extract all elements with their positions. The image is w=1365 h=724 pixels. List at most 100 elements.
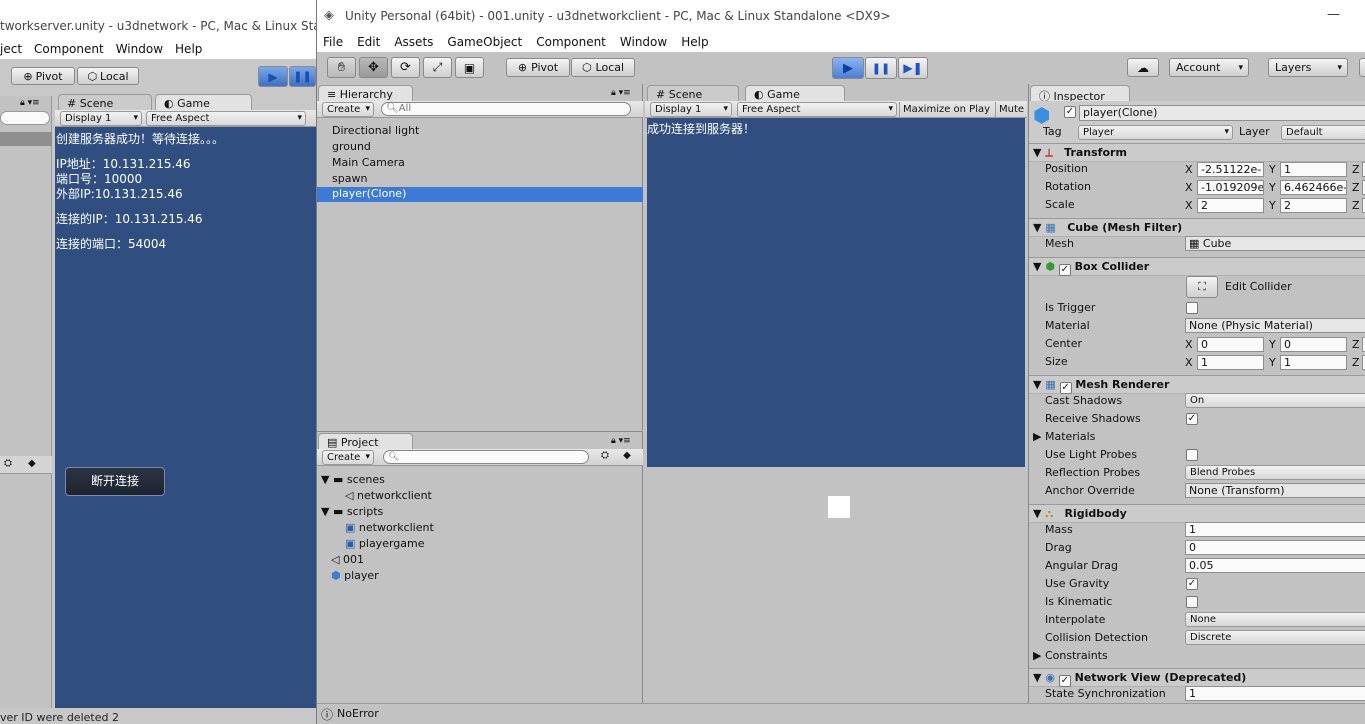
- mass-field[interactable]: 1: [1185, 522, 1365, 537]
- server-menu-item[interactable]: Component: [34, 38, 104, 59]
- server-display-dropdown[interactable]: Display 1: [60, 111, 142, 126]
- size-y-field[interactable]: 1: [1280, 355, 1347, 370]
- size-x-field[interactable]: 1: [1197, 355, 1264, 370]
- project-search-input[interactable]: 🔍︎: [383, 450, 589, 464]
- materials-foldout[interactable]: ▶ Materials: [1033, 430, 1095, 443]
- disconnect-button[interactable]: 断开连接: [65, 467, 165, 496]
- filter-type-button[interactable]: ⛭: [595, 450, 615, 465]
- state-sync-field[interactable]: 1: [1185, 686, 1365, 701]
- object-name-field[interactable]: player(Clone): [1079, 105, 1365, 121]
- project-prefab-player[interactable]: ⬢ player: [331, 569, 379, 582]
- menu-gameobject[interactable]: GameObject: [447, 32, 522, 52]
- rigidbody-header[interactable]: ▼ ⛬ Rigidbody: [1029, 504, 1365, 523]
- center-y-field[interactable]: 0: [1280, 337, 1347, 352]
- project-scene-networkclient[interactable]: ◁ networkclient: [345, 489, 432, 502]
- physic-material-field[interactable]: None (Physic Material): [1185, 318, 1365, 333]
- position-x-field[interactable]: -2.51122e-: [1197, 162, 1264, 177]
- rect-tool-button[interactable]: ▣: [455, 57, 484, 78]
- drag-field[interactable]: 0: [1185, 540, 1365, 555]
- maximize-on-play-toggle[interactable]: Maximize on Play: [899, 102, 993, 117]
- project-scene-001[interactable]: ◁ 001: [331, 553, 364, 566]
- pause-button[interactable]: ❚❚: [865, 57, 897, 79]
- mesh-renderer-header[interactable]: ▼ ▦ ✓ Mesh Renderer: [1029, 375, 1365, 394]
- layer-dropdown[interactable]: Default: [1281, 125, 1365, 140]
- collision-detection-dropdown[interactable]: Discrete: [1185, 630, 1365, 645]
- tag-dropdown[interactable]: Player: [1078, 125, 1233, 140]
- use-gravity-checkbox[interactable]: ✓: [1186, 578, 1198, 590]
- transform-header[interactable]: ▼ ⟂ Transform: [1029, 143, 1365, 162]
- server-hierarchy-search[interactable]: [0, 111, 50, 125]
- menu-window[interactable]: Window: [620, 32, 667, 52]
- angular-drag-field[interactable]: 0.05: [1185, 558, 1365, 573]
- server-local-button[interactable]: ⬡ Local: [77, 67, 139, 85]
- filter-label-button[interactable]: ◆: [617, 450, 637, 465]
- box-collider-header[interactable]: ▼ ⬢ ✓ Box Collider: [1029, 257, 1365, 276]
- constraints-foldout[interactable]: ▶ Constraints: [1033, 649, 1108, 662]
- step-button[interactable]: ▶❚: [898, 57, 928, 79]
- menu-edit[interactable]: Edit: [357, 32, 380, 52]
- rotation-x-field[interactable]: -1.019209e: [1197, 180, 1264, 195]
- rotate-tool-button[interactable]: ⟳: [391, 57, 420, 78]
- lock-icon[interactable]: 🔒︎ ▾≡: [611, 88, 631, 98]
- server-pivot-button[interactable]: ⊕ Pivot: [11, 67, 75, 85]
- hierarchy-search-input[interactable]: 🔍︎All: [381, 102, 631, 116]
- lock-icon[interactable]: 🔒︎ ▾≡: [20, 98, 40, 108]
- server-pause-button[interactable]: ❚❚: [289, 66, 316, 87]
- tag-icon[interactable]: ◆: [28, 458, 36, 469]
- edit-collider-button[interactable]: ⛶: [1186, 276, 1218, 298]
- layout-dropdown[interactable]: [1359, 58, 1365, 77]
- object-active-checkbox[interactable]: ✓: [1064, 106, 1076, 118]
- anchor-override-field[interactable]: None (Transform): [1185, 483, 1365, 498]
- menu-file[interactable]: File: [323, 32, 343, 52]
- interpolate-dropdown[interactable]: None: [1185, 612, 1365, 627]
- scale-tool-button[interactable]: ⤢: [423, 57, 452, 78]
- mute-toggle[interactable]: Mute: [995, 102, 1027, 117]
- position-y-field[interactable]: 1: [1280, 162, 1347, 177]
- menu-component[interactable]: Component: [536, 32, 606, 52]
- hierarchy-item[interactable]: spawn: [332, 172, 367, 185]
- project-folder-scenes[interactable]: ▼ ▬ scenes: [321, 473, 385, 486]
- hierarchy-item[interactable]: Main Camera: [332, 156, 405, 169]
- use-light-probes-checkbox[interactable]: [1186, 449, 1198, 461]
- box-collider-enabled-checkbox[interactable]: ✓: [1058, 264, 1071, 276]
- layers-dropdown[interactable]: Layers ▾: [1268, 58, 1348, 77]
- scale-x-field[interactable]: 2: [1197, 198, 1264, 213]
- reflection-probes-dropdown[interactable]: Blend Probes: [1185, 465, 1365, 480]
- lock-icon[interactable]: 🔒︎ ▾≡: [611, 436, 631, 446]
- is-trigger-checkbox[interactable]: [1186, 302, 1198, 314]
- is-kinematic-checkbox[interactable]: [1186, 596, 1198, 608]
- hand-tool-button[interactable]: ✋︎: [327, 57, 356, 78]
- project-create-dropdown[interactable]: Create: [322, 450, 374, 465]
- menu-assets[interactable]: Assets: [394, 32, 433, 52]
- mesh-renderer-enabled-checkbox[interactable]: ✓: [1059, 382, 1072, 394]
- account-dropdown[interactable]: Account ▾: [1169, 58, 1249, 77]
- hierarchy-item-selected[interactable]: player(Clone): [317, 187, 643, 202]
- network-view-header[interactable]: ▼ ◉ ✓ Network View (Deprecated): [1029, 668, 1365, 687]
- server-menu-item[interactable]: Help: [175, 38, 202, 59]
- hierarchy-create-dropdown[interactable]: Create: [322, 102, 374, 117]
- server-aspect-dropdown[interactable]: Free Aspect: [146, 111, 306, 126]
- move-tool-button[interactable]: ✥: [359, 57, 388, 78]
- menu-help[interactable]: Help: [681, 32, 708, 52]
- hierarchy-item[interactable]: ground: [332, 140, 371, 153]
- cast-shadows-dropdown[interactable]: On: [1185, 393, 1365, 408]
- status-text[interactable]: NoError: [337, 707, 379, 720]
- server-menu-item[interactable]: ject: [0, 38, 22, 59]
- display-dropdown[interactable]: Display 1: [650, 102, 732, 117]
- play-button[interactable]: ▶: [832, 57, 864, 79]
- center-x-field[interactable]: 0: [1197, 337, 1264, 352]
- project-folder-scripts[interactable]: ▼ ▬ scripts: [321, 505, 383, 518]
- project-script-playergame[interactable]: ▣ playergame: [345, 537, 425, 550]
- cloud-button[interactable]: ☁︎: [1127, 58, 1159, 77]
- local-button[interactable]: ⬡ Local: [571, 58, 635, 77]
- minimize-button[interactable]: —: [1327, 7, 1340, 22]
- project-script-networkclient[interactable]: ▣ networkclient: [345, 521, 434, 534]
- mesh-field[interactable]: ▦ Cube: [1185, 236, 1365, 251]
- network-view-enabled-checkbox[interactable]: ✓: [1058, 675, 1071, 687]
- receive-shadows-checkbox[interactable]: ✓: [1186, 413, 1198, 425]
- pivot-button[interactable]: ⊕ Pivot: [506, 58, 570, 77]
- filter-icon[interactable]: ⛭: [4, 458, 12, 469]
- mesh-filter-header[interactable]: ▼ ▦ Cube (Mesh Filter): [1029, 218, 1365, 237]
- server-menu-item[interactable]: Window: [116, 38, 163, 59]
- hierarchy-item[interactable]: Directional light: [332, 124, 419, 137]
